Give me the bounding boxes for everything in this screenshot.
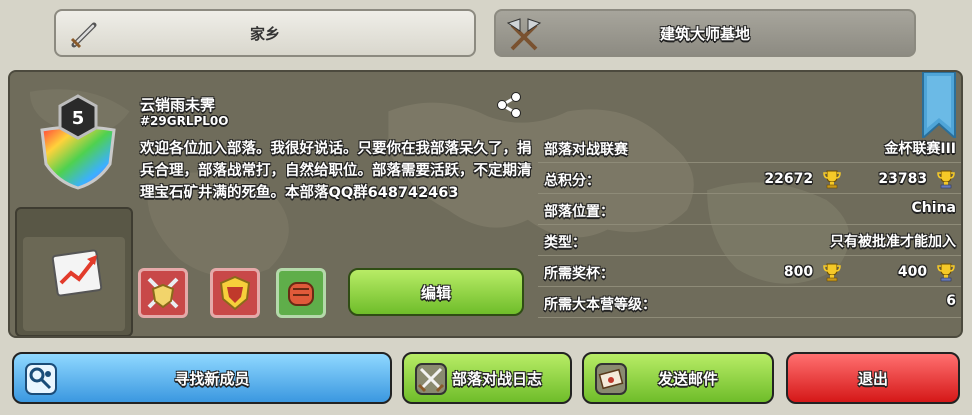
find-members-button[interactable]: 寻找新成员 (12, 352, 392, 404)
find-members-label: 寻找新成员 (174, 369, 250, 388)
total-points-row: 总积分： 22672 23783 (538, 163, 961, 194)
war-log-button[interactable]: 部落对战日志 (402, 352, 572, 404)
type-value: 只有被批准才能加入 (830, 234, 956, 250)
total-points-builder-value: 23783 (878, 171, 928, 187)
required-trophies-builder-value: 400 (897, 264, 928, 280)
tab-builder-base[interactable]: 建筑大师基地 (494, 9, 916, 57)
sword-icon (70, 22, 97, 49)
trend-chart-icon (51, 249, 103, 297)
clan-perk-crest[interactable] (210, 268, 260, 318)
fist-icon (288, 282, 314, 306)
clan-perk-war[interactable] (138, 268, 188, 318)
type-row: 类型： 只有被批准才能加入 (538, 225, 961, 256)
builder-trophy-icon (937, 170, 955, 189)
required-townhall-row: 所需大本营等级： 6 (538, 287, 961, 318)
required-trophies-home: 800 (784, 262, 842, 282)
clan-badge: 5 (40, 94, 116, 190)
war-league-value: 金杯联赛III (884, 141, 956, 157)
location-label: 部落位置： (544, 204, 614, 220)
required-trophies-row: 所需奖杯： 800 400 (538, 256, 961, 287)
tab-home-label: 家乡 (249, 24, 280, 43)
war-league-label: 部落对战联赛 (544, 142, 628, 158)
clan-stats-tab[interactable] (15, 207, 133, 336)
gold-crest-icon (219, 275, 251, 311)
clan-details: 部落对战联赛 金杯联赛III 总积分： 22672 23783 部落位置： Ch… (538, 132, 961, 318)
share-icon[interactable] (494, 90, 524, 120)
required-townhall-label: 所需大本营等级： (544, 297, 656, 313)
send-mail-button[interactable]: 发送邮件 (582, 352, 774, 404)
war-league-row: 部落对战联赛 金杯联赛III (538, 132, 961, 163)
type-label: 类型： (544, 235, 586, 251)
clan-description: 欢迎各位加入部落。我很好说话。只要你在我部落呆久了，捐兵合理，部落战常打，自然给… (140, 141, 532, 201)
mail-icon (595, 363, 627, 395)
location-value: China (911, 200, 956, 216)
crossed-swords-shield-icon (147, 277, 179, 309)
total-points-home-value: 22672 (764, 171, 814, 187)
trophy-icon (823, 263, 841, 282)
clan-info-panel: 5 云销雨未霁 #29GRLPL0O 欢迎各位加入部落。我很好说话。只要你在我部… (8, 70, 963, 338)
search-person-icon (25, 363, 57, 395)
total-points-label: 总积分： (544, 173, 600, 189)
required-townhall-value: 6 (946, 293, 956, 309)
required-trophies-home-value: 800 (783, 264, 814, 280)
clan-perk-fist[interactable] (276, 268, 326, 318)
tab-builder-label: 建筑大师基地 (659, 24, 750, 43)
war-log-label: 部落对战日志 (451, 369, 542, 388)
clan-level: 5 (72, 108, 85, 129)
clan-tag: #29GRLPL0O (140, 114, 229, 128)
total-points-home: 22672 (764, 169, 842, 189)
clan-name: 云销雨未霁 (140, 96, 216, 114)
total-points-builder: 23783 (878, 169, 956, 189)
bookmark-ribbon-icon[interactable] (921, 72, 957, 138)
trophy-icon (823, 170, 841, 189)
required-trophies-builder: 400 (898, 262, 956, 282)
crossed-swords-icon (415, 363, 447, 395)
builder-trophy-icon (937, 263, 955, 282)
send-mail-label: 发送邮件 (657, 369, 718, 388)
exit-button[interactable]: 退出 (786, 352, 960, 404)
edit-button[interactable]: 编辑 (348, 268, 524, 316)
crossed-axes-icon (506, 18, 542, 51)
tab-home[interactable]: 家乡 (54, 9, 476, 57)
exit-label: 退出 (857, 369, 888, 388)
location-row: 部落位置： China (538, 194, 961, 225)
required-trophies-label: 所需奖杯： (544, 266, 614, 282)
